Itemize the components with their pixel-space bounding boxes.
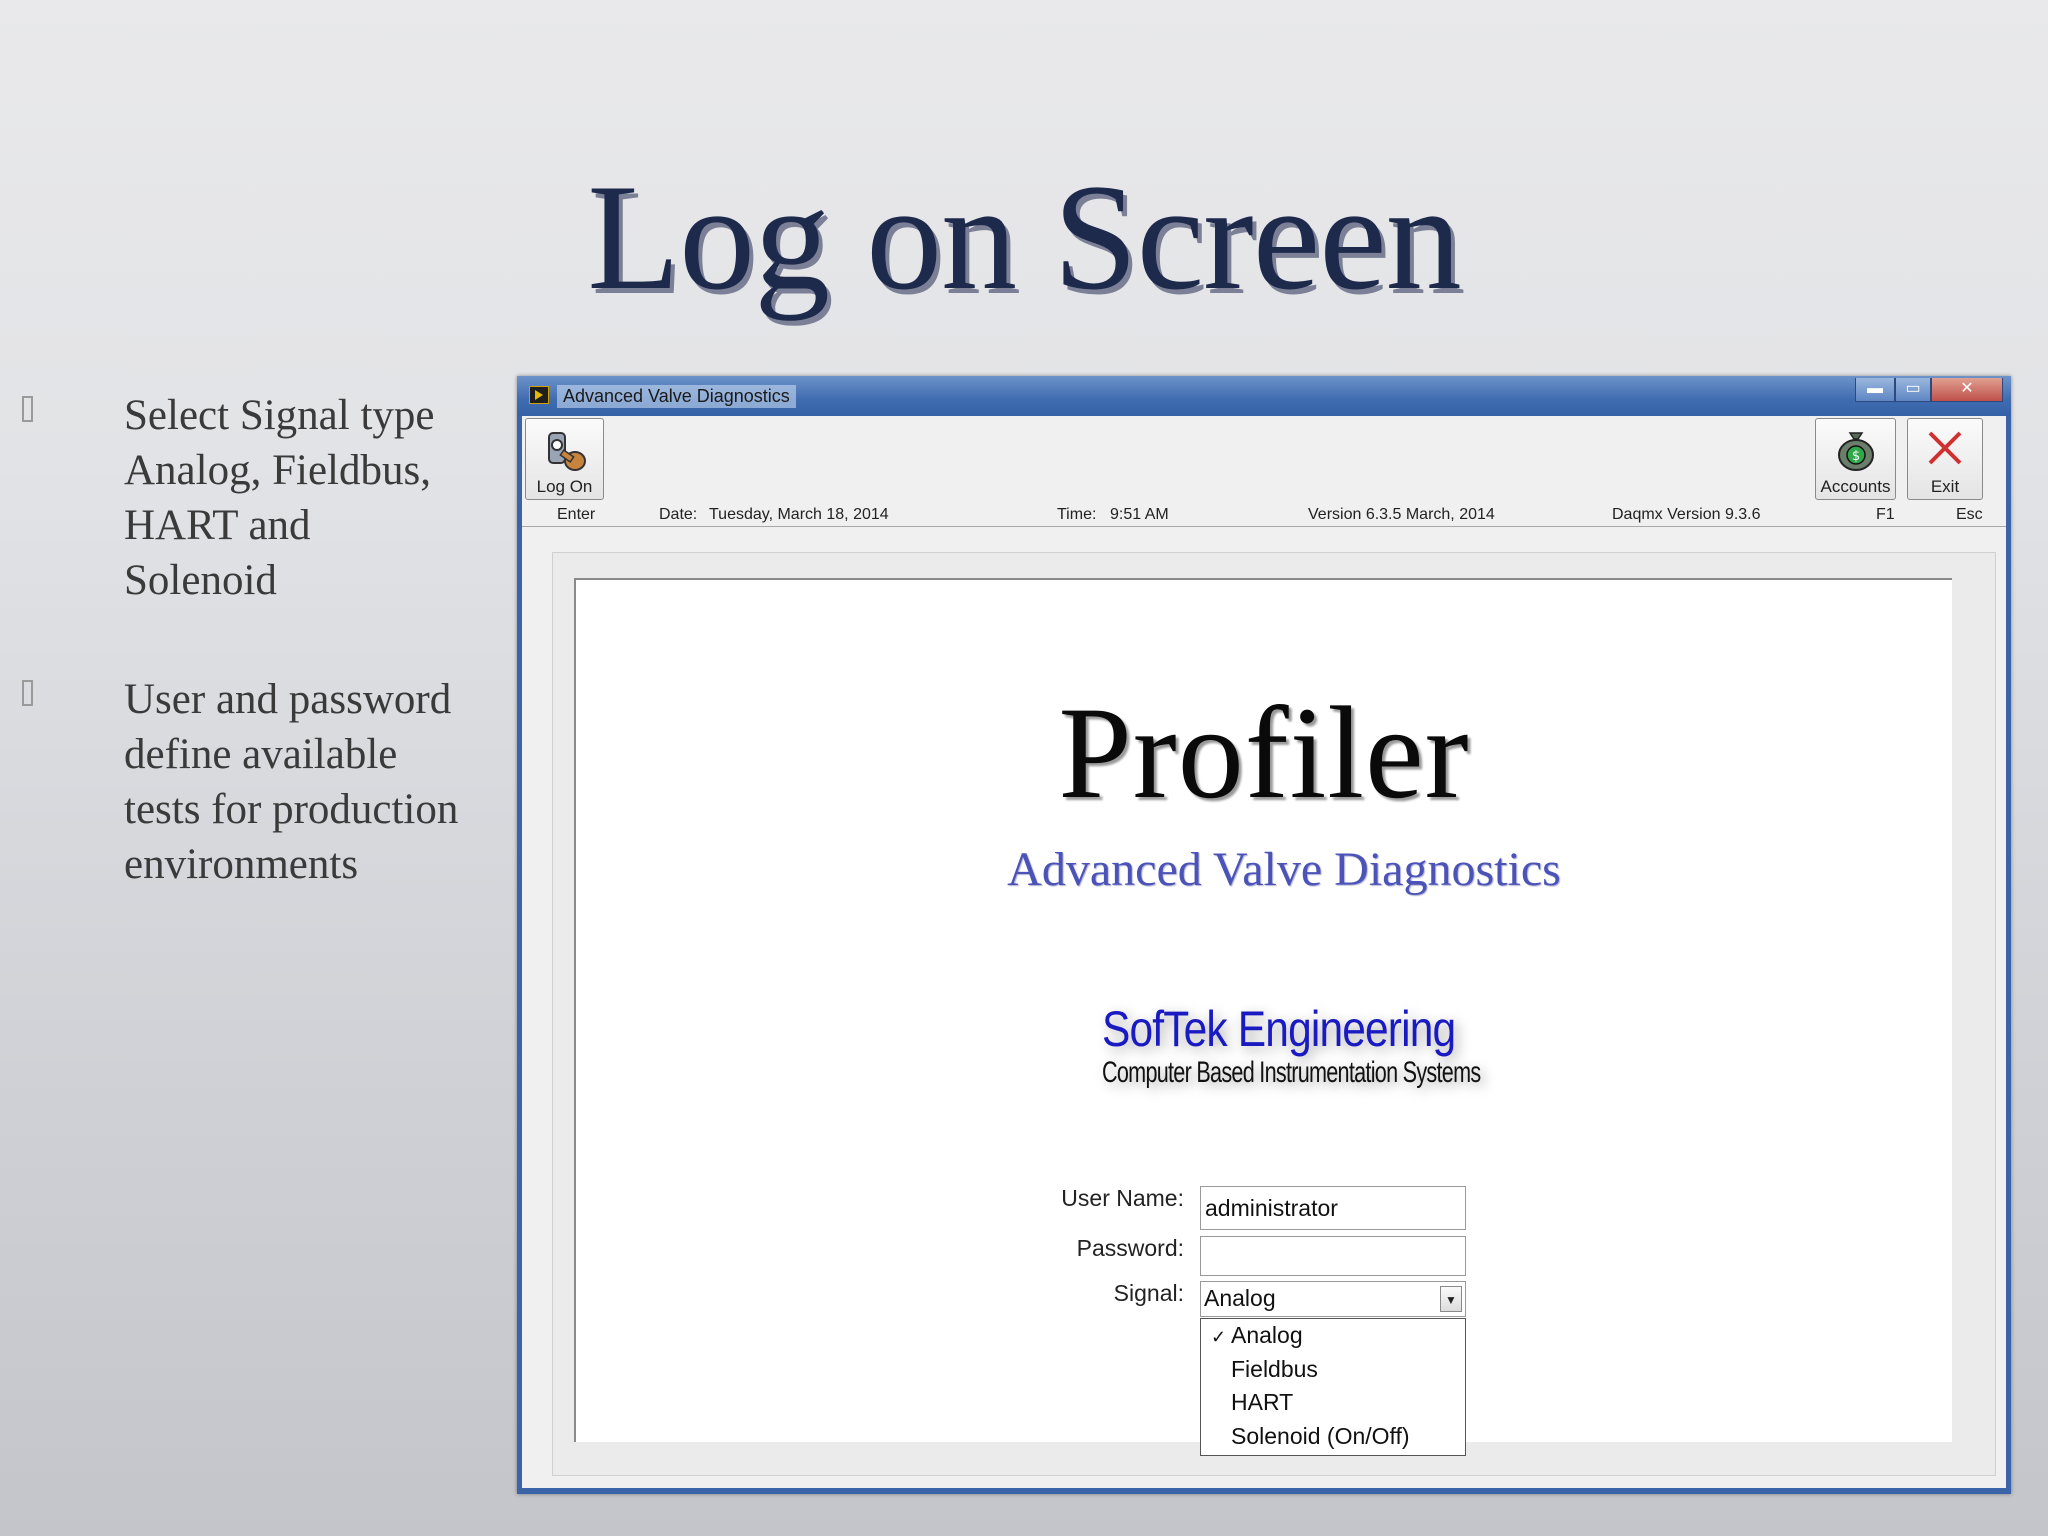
- exit-shortcut: Esc: [1956, 506, 1983, 523]
- time-label: Time:: [1057, 506, 1097, 523]
- bullet-line: define available: [124, 731, 398, 778]
- bullet-item: Select Signal type Analog, Fieldbus, HAR…: [18, 388, 518, 608]
- time-value: 9:51 AM: [1110, 506, 1169, 523]
- company-logo: SofTek Engineering Computer Based Instru…: [1092, 1000, 1482, 1100]
- exit-label: Exit: [1930, 477, 1960, 496]
- product-subtitle: Advanced Valve Diagnostics: [1007, 843, 1561, 896]
- bullet-icon: [22, 396, 33, 422]
- money-bag-icon: $: [1837, 432, 1874, 471]
- bullet-line: User and password: [124, 676, 452, 723]
- signal-option-analog[interactable]: Analog: [1231, 1322, 1303, 1349]
- bullet-item: User and password define available tests…: [18, 672, 518, 892]
- password-input[interactable]: [1200, 1236, 1466, 1276]
- accounts-shortcut: F1: [1876, 506, 1895, 523]
- window-client: Log On $ Accounts Exit Enter Date: Tuesd…: [522, 416, 2006, 1488]
- accounts-label: Accounts: [1820, 477, 1891, 496]
- signal-selected-value: Analog: [1204, 1285, 1276, 1311]
- content-panel: Profiler Advanced Valve Diagnostics SofT…: [552, 552, 1996, 1476]
- dropdown-arrow-icon[interactable]: ▼: [1440, 1286, 1462, 1312]
- signal-option-hart[interactable]: HART: [1231, 1389, 1293, 1416]
- bullet-line: Select Signal type: [124, 392, 435, 439]
- slide-title: Log on Screen: [587, 153, 1461, 321]
- app-icon: [529, 386, 549, 404]
- key-lock-icon: [547, 432, 586, 471]
- maximize-button[interactable]: ▭: [1895, 378, 1931, 402]
- accounts-button[interactable]: $ Accounts: [1815, 418, 1896, 500]
- version-text: Version 6.3.5 March, 2014: [1308, 506, 1495, 523]
- bullet-line: Analog, Fieldbus,: [124, 447, 431, 494]
- window-title: Advanced Valve Diagnostics: [557, 385, 796, 408]
- svg-text:$: $: [1851, 449, 1859, 464]
- product-name: Profiler: [1058, 679, 1470, 826]
- bullet-icon: [22, 680, 33, 706]
- app-window: Advanced Valve Diagnostics ▬ ▭ ✕ Log On: [517, 376, 2011, 1494]
- bullet-line: environments: [124, 841, 359, 888]
- username-label: User Name:: [1061, 1185, 1184, 1211]
- status-row: Enter Date: Tuesday, March 18, 2014 Time…: [522, 504, 2006, 526]
- exit-button[interactable]: Exit: [1907, 418, 1983, 500]
- log-on-label: Log On: [536, 477, 593, 496]
- logon-shortcut: Enter: [557, 506, 596, 523]
- bullet-text: User and password define available tests…: [124, 672, 518, 892]
- bullet-line: tests for production: [124, 786, 459, 833]
- signal-select[interactable]: Analog ▼: [1200, 1281, 1466, 1317]
- toolbar: Log On $ Accounts Exit Enter Date: Tuesd…: [522, 416, 2006, 527]
- signal-label: Signal:: [1113, 1280, 1184, 1306]
- signal-option-solenoid[interactable]: Solenoid (On/Off): [1231, 1423, 1410, 1450]
- bullet-line: HART and: [124, 502, 311, 549]
- company-tagline: Computer Based Instrumentation Systems: [1102, 1056, 1481, 1089]
- signal-dropdown-list: ✓ Analog Fieldbus HART Solenoid (On/Off): [1200, 1318, 1466, 1456]
- password-label: Password:: [1076, 1235, 1184, 1261]
- bullet-line: Solenoid: [124, 557, 277, 604]
- signal-option-fieldbus[interactable]: Fieldbus: [1231, 1356, 1318, 1383]
- username-input[interactable]: [1200, 1186, 1466, 1230]
- close-x-icon: [1928, 431, 1962, 465]
- date-label: Date:: [659, 506, 698, 523]
- daqmx-version: Daqmx Version 9.3.6: [1612, 506, 1761, 523]
- close-window-button[interactable]: ✕: [1931, 378, 2003, 402]
- minimize-button[interactable]: ▬: [1855, 378, 1895, 402]
- check-icon: ✓: [1211, 1327, 1227, 1347]
- splash-canvas: Profiler Advanced Valve Diagnostics SofT…: [574, 578, 1952, 1456]
- bullet-list: Select Signal type Analog, Fieldbus, HAR…: [18, 388, 518, 956]
- date-value: Tuesday, March 18, 2014: [709, 506, 889, 523]
- bullet-text: Select Signal type Analog, Fieldbus, HAR…: [124, 388, 518, 608]
- company-name: SofTek Engineering: [1102, 1001, 1456, 1057]
- window-titlebar[interactable]: Advanced Valve Diagnostics ▬ ▭ ✕: [517, 376, 2011, 416]
- log-on-button[interactable]: Log On: [525, 418, 604, 500]
